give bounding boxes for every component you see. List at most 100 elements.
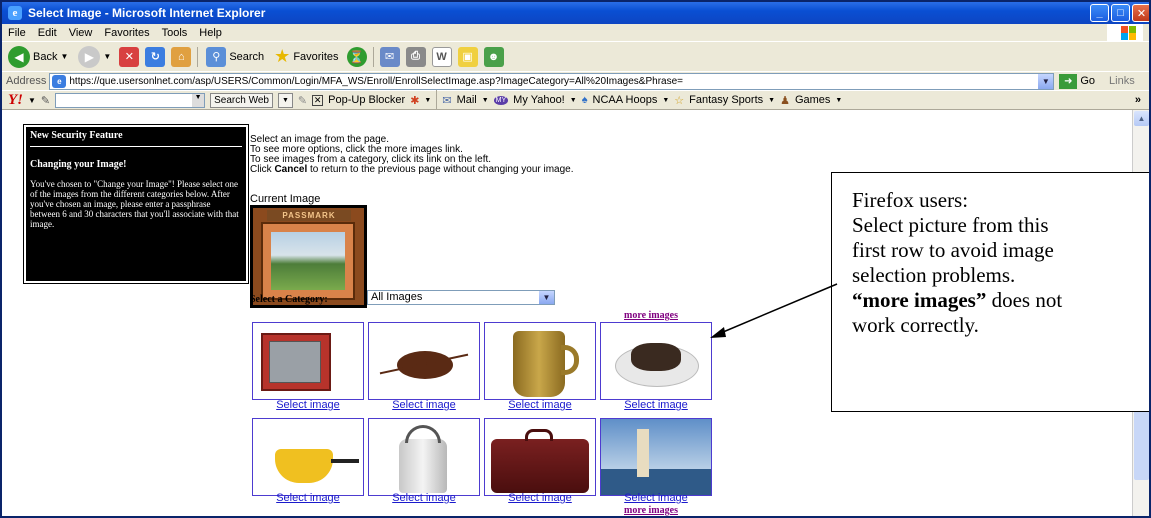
folder-icon[interactable]: ▣ — [457, 46, 478, 67]
callout-line: Firefox users: — [852, 188, 969, 212]
golf-course-image — [271, 232, 345, 290]
links-button[interactable]: Links — [1109, 75, 1135, 87]
select-image-link[interactable]: Select image — [600, 399, 712, 411]
current-image-label: Current Image — [250, 193, 321, 205]
yahoo-dropdown-icon[interactable]: ▼ — [28, 96, 36, 105]
back-button[interactable]: ◀ Back ▼ — [6, 45, 70, 69]
menu-tools[interactable]: Tools — [162, 27, 188, 39]
back-dropdown-icon[interactable]: ▼ — [60, 52, 68, 61]
games-dropdown-icon[interactable]: ▼ — [835, 97, 842, 104]
fantasy-dropdown-icon[interactable]: ▼ — [768, 97, 775, 104]
favorites-label: Favorites — [293, 50, 339, 63]
toolbar-separator — [436, 90, 438, 110]
search-icon: ⚲ — [206, 46, 227, 67]
select-image-link[interactable]: Select image — [484, 399, 596, 411]
my-yahoo-dropdown-icon[interactable]: ▼ — [570, 97, 577, 104]
more-images-link-top[interactable]: more images — [624, 310, 678, 321]
popup-blocker-button[interactable]: Pop-Up Blocker — [328, 94, 405, 106]
more-images-link-bottom[interactable]: more images — [624, 505, 678, 516]
address-url[interactable]: https://que.usersonlnet.com/asp/USERS/Co… — [69, 76, 683, 87]
thumbnail-white-kettle[interactable] — [368, 418, 480, 496]
callout-line: work correctly. — [852, 313, 979, 337]
instruction-text: Click — [250, 164, 275, 175]
go-label: Go — [1080, 75, 1096, 87]
games-icon: ♟ — [780, 94, 790, 107]
instructions: Select an image from the page. To see mo… — [250, 135, 574, 175]
ie-icon: e — [8, 6, 22, 20]
callout-arrow-icon — [710, 283, 838, 338]
thumbnail-ceramic-pitcher[interactable] — [484, 322, 596, 400]
ncaa-hoops-button[interactable]: NCAA Hoops — [593, 94, 658, 106]
antispy-dropdown-icon[interactable]: ▼ — [424, 97, 431, 104]
fantasy-sports-button[interactable]: Fantasy Sports — [689, 94, 763, 106]
forward-dropdown-icon[interactable]: ▼ — [103, 52, 111, 61]
menu-favorites[interactable]: Favorites — [104, 27, 149, 39]
security-title: New Security Feature — [30, 130, 242, 147]
menu-edit[interactable]: Edit — [38, 27, 57, 39]
select-image-link[interactable]: Select image — [368, 492, 480, 504]
ncaa-icon: ♠ — [581, 94, 588, 106]
select-image-link[interactable]: Select image — [484, 492, 596, 504]
yahoo-toolbar: Y! ▼ ✎ ▼ Search Web ▼ ✎ ✕ Pop-Up Blocker… — [2, 90, 1149, 110]
select-image-link[interactable]: Select image — [252, 492, 364, 504]
edit-icon[interactable]: W — [431, 46, 452, 67]
thumbnail-yellow-fondue-pot[interactable] — [252, 418, 364, 496]
mail-dropdown-icon[interactable]: ▼ — [482, 97, 489, 104]
yahoo-search-dropdown-icon[interactable]: ▼ — [192, 93, 205, 107]
home-icon[interactable]: ⌂ — [171, 46, 192, 67]
go-button[interactable]: ➜ Go — [1059, 73, 1096, 89]
close-button[interactable]: ✕ — [1132, 4, 1149, 22]
scroll-up-icon[interactable]: ▲ — [1134, 111, 1149, 126]
thumbnail-leather-suitcase[interactable] — [484, 418, 596, 496]
category-select[interactable]: All Images ▼ — [367, 290, 555, 305]
standard-toolbar: ◀ Back ▼ ▶ ▼ ✕ ↻ ⌂ ⚲ Search ★ Favorites … — [2, 41, 1149, 71]
messenger-icon[interactable]: ☻ — [483, 46, 504, 67]
highlight-icon[interactable]: ✎ — [298, 94, 307, 107]
back-arrow-icon: ◀ — [8, 45, 30, 68]
print-icon[interactable]: ⎙ — [405, 46, 426, 67]
antispy-icon[interactable]: ✱ — [410, 94, 419, 107]
history-icon[interactable]: ⏳ — [346, 46, 367, 67]
select-image-link[interactable]: Select image — [252, 399, 364, 411]
thumbnail-crab[interactable] — [368, 322, 480, 400]
browser-window: e Select Image - Microsoft Internet Expl… — [0, 0, 1151, 518]
favorites-button[interactable]: ★ Favorites — [272, 45, 340, 69]
menu-file[interactable]: File — [8, 27, 26, 39]
popup-blocker-check-icon[interactable]: ✕ — [312, 94, 324, 106]
thumbnail-mussels-pasta[interactable] — [600, 322, 712, 400]
ncaa-dropdown-icon[interactable]: ▼ — [662, 97, 669, 104]
refresh-icon[interactable]: ↻ — [145, 46, 166, 67]
search-label: Search — [229, 50, 265, 63]
current-image-frame — [261, 222, 355, 300]
menu-view[interactable]: View — [69, 27, 93, 39]
chevron-down-icon[interactable]: ▼ — [539, 291, 554, 304]
address-input[interactable]: e https://que.usersonlnet.com/asp/USERS/… — [49, 72, 1055, 90]
minimize-button[interactable]: _ — [1090, 4, 1109, 22]
my-yahoo-button[interactable]: My Yahoo! — [513, 94, 565, 106]
thumbnail-lighthouse[interactable] — [600, 418, 712, 496]
mail-icon[interactable]: ✉ — [379, 46, 400, 67]
games-button[interactable]: Games — [795, 94, 830, 106]
scrollbar-thumb[interactable] — [1134, 400, 1149, 480]
search-web-dropdown-icon[interactable]: ▼ — [277, 92, 293, 108]
maximize-button[interactable]: □ — [1111, 4, 1130, 22]
toolbar-overflow-icon[interactable]: » — [1135, 94, 1141, 106]
address-label: Address — [6, 75, 47, 87]
yahoo-mail-button[interactable]: Mail — [457, 94, 477, 106]
select-image-link[interactable]: Select image — [368, 399, 480, 411]
address-dropdown-icon[interactable]: ▼ — [1038, 73, 1054, 89]
stop-icon[interactable]: ✕ — [119, 46, 140, 67]
search-button[interactable]: ⚲ Search — [204, 45, 266, 69]
mail-envelope-icon: ✉ — [442, 94, 452, 107]
select-image-link[interactable]: Select image — [600, 492, 712, 504]
search-web-button[interactable]: Search Web — [210, 92, 273, 108]
menu-help[interactable]: Help — [199, 27, 222, 39]
security-body: You've chosen to "Change your Image"! Pl… — [30, 179, 239, 229]
forward-button[interactable]: ▶ ▼ — [76, 45, 113, 69]
security-feature-panel: New Security Feature Changing your Image… — [23, 124, 249, 284]
pencil-icon[interactable]: ✎ — [41, 94, 50, 107]
yahoo-search-input[interactable]: ▼ — [55, 92, 206, 108]
thumbnail-red-speaker[interactable] — [252, 322, 364, 400]
firefox-note-callout: Firefox users: Select picture from this … — [831, 172, 1149, 412]
yahoo-logo-icon[interactable]: Y! — [8, 92, 23, 109]
